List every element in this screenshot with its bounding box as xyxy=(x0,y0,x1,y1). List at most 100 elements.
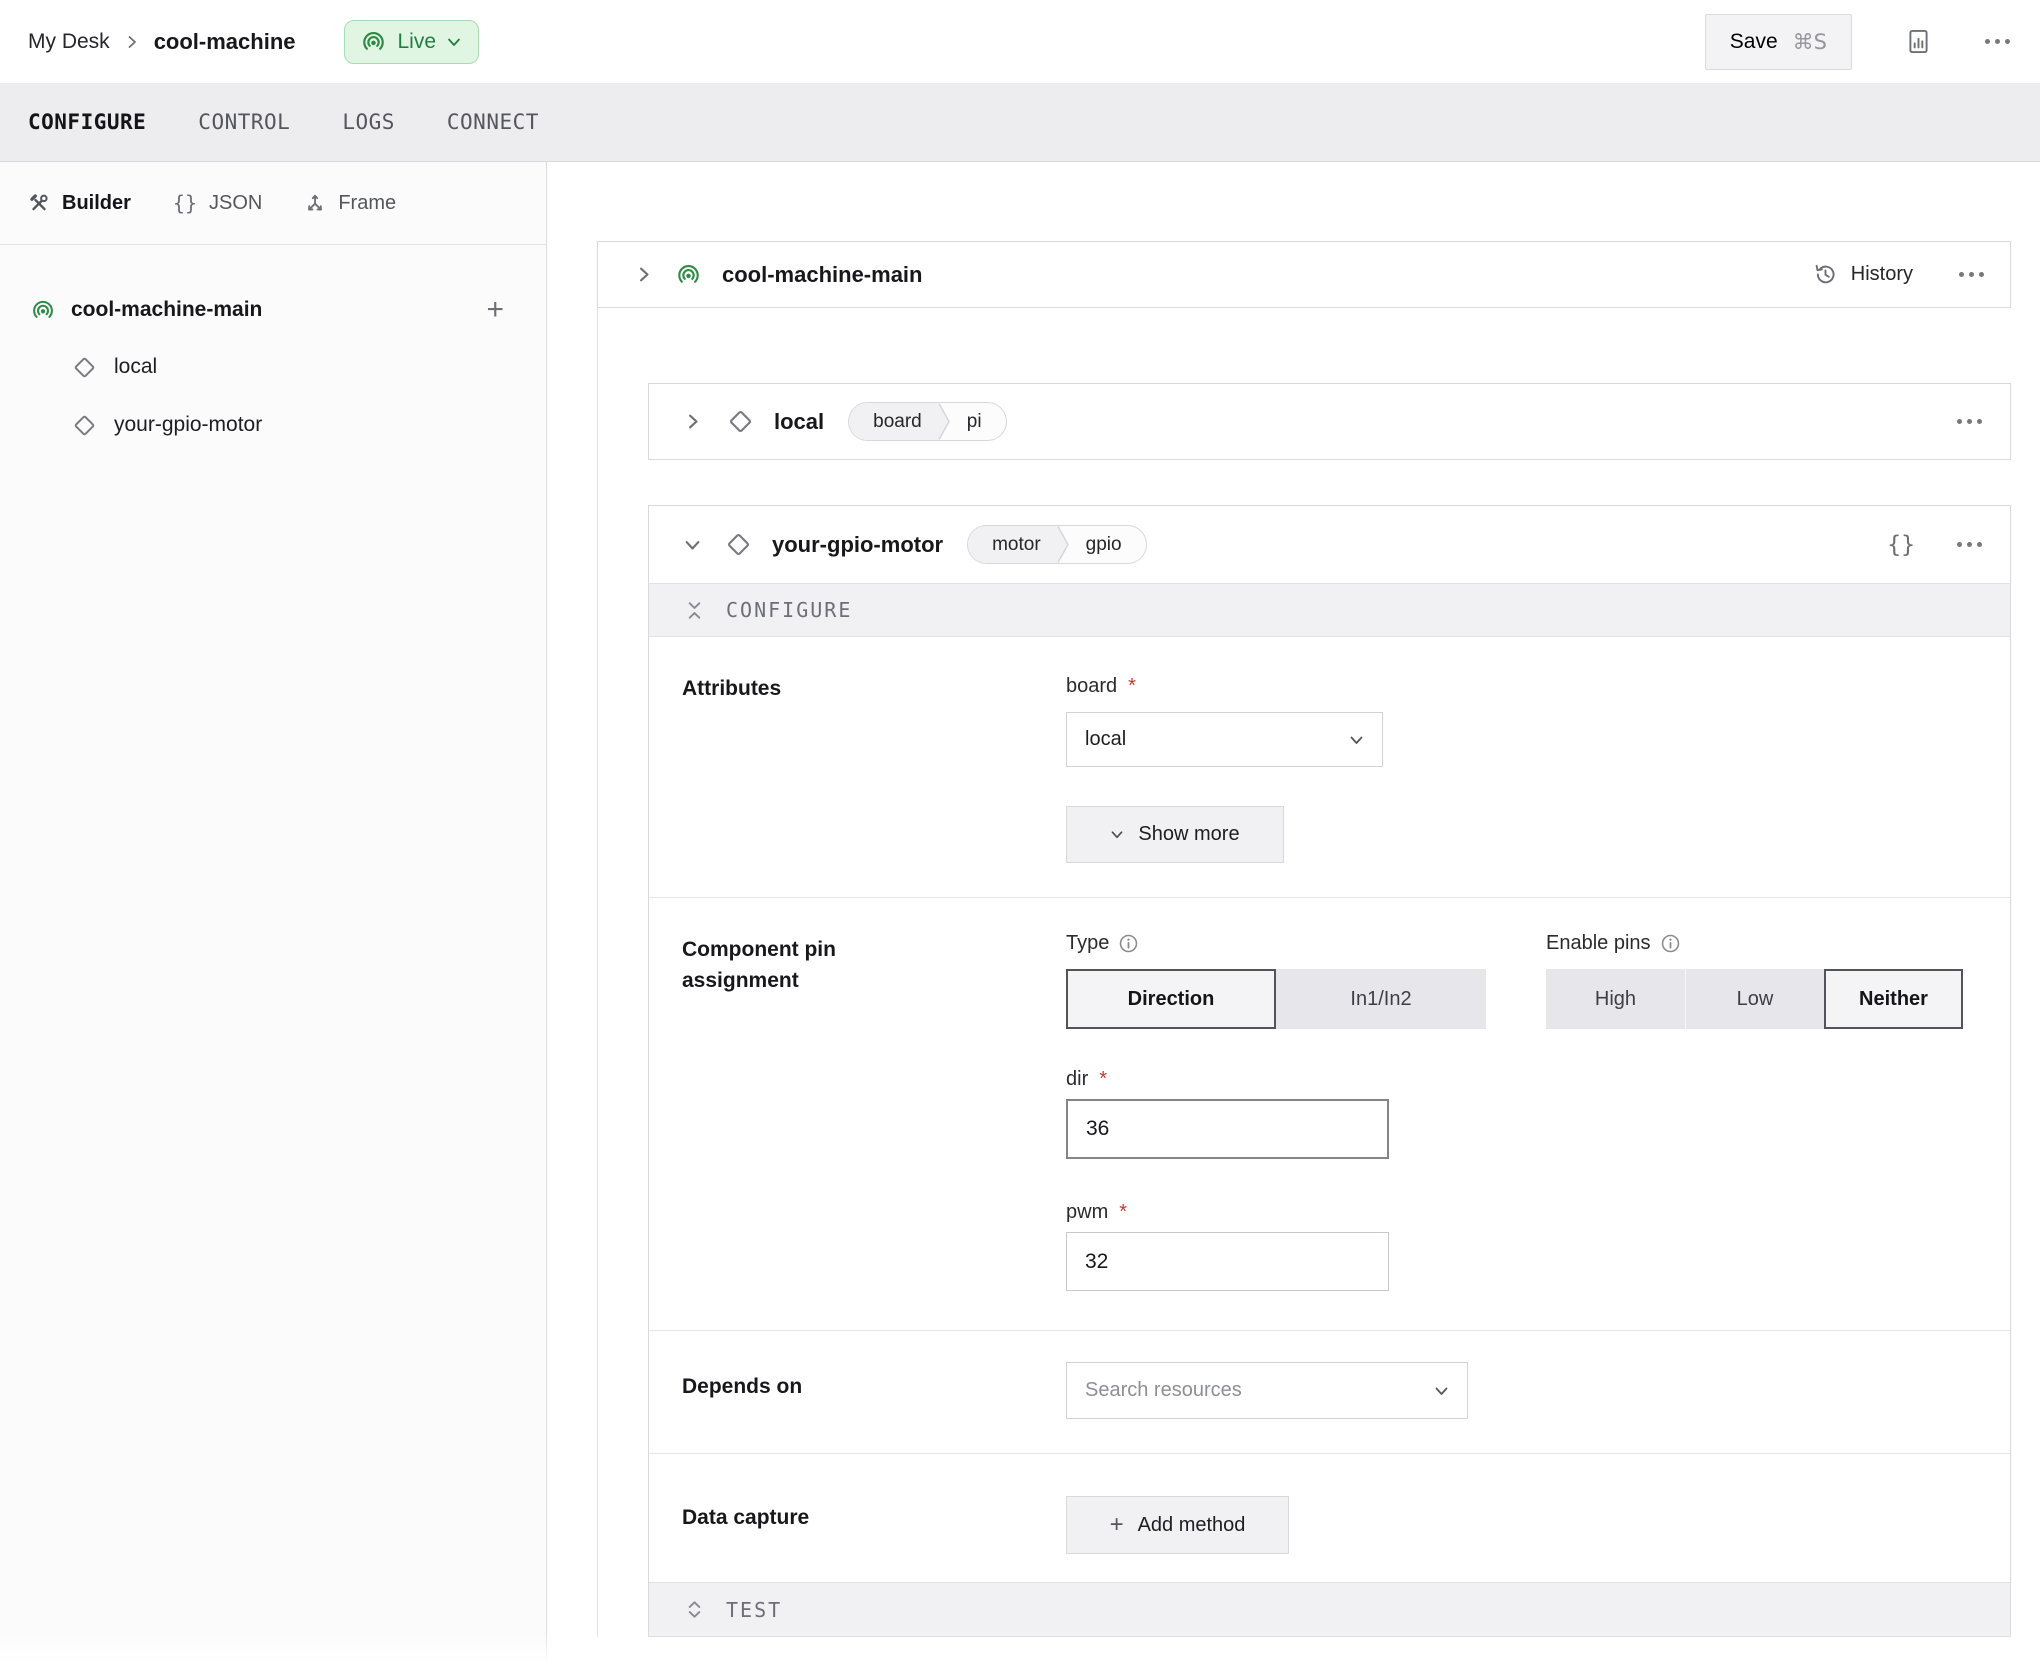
view-tab-json[interactable]: {} JSON xyxy=(173,191,262,215)
live-status-dropdown[interactable]: Live xyxy=(344,20,480,64)
test-section-label: TEST xyxy=(726,1598,782,1622)
diamond-icon xyxy=(725,531,752,558)
tag-separator-chevron xyxy=(938,402,951,441)
expand-chevron-icon[interactable] xyxy=(686,413,700,430)
add-method-button[interactable]: + Add method xyxy=(1066,1496,1289,1554)
machine-part-tree: cool-machine-main + local your-gpio-moto… xyxy=(0,245,546,454)
board-select-value: local xyxy=(1085,728,1126,751)
collapse-chevron-icon[interactable] xyxy=(684,538,701,552)
tree-item-your-gpio-motor[interactable]: your-gpio-motor xyxy=(0,396,546,454)
required-marker: * xyxy=(1099,1068,1107,1091)
show-more-label: Show more xyxy=(1138,823,1239,846)
component-model-tag: gpio xyxy=(1070,526,1146,563)
component-model-tag: pi xyxy=(951,403,1006,440)
machine-tab-bar: CONFIGURE CONTROL LOGS CONNECT xyxy=(0,83,2040,162)
chevron-down-icon xyxy=(1434,1385,1449,1397)
required-marker: * xyxy=(1128,675,1136,698)
pwm-pin-input[interactable] xyxy=(1066,1232,1389,1291)
required-marker: * xyxy=(1119,1201,1127,1224)
info-icon[interactable] xyxy=(1118,933,1139,954)
gpio-motor-card-header: your-gpio-motor motor gpio {} xyxy=(649,506,2010,583)
board-select[interactable]: local xyxy=(1066,712,1383,767)
configure-section-header: CONFIGURE xyxy=(649,583,2010,637)
pin-type-toggle: Direction In1/In2 xyxy=(1066,969,1486,1029)
machine-options-menu[interactable] xyxy=(1985,39,2010,44)
depends-on-section: Depends on Search resources xyxy=(649,1331,2010,1454)
board-field-label: board* xyxy=(1066,675,1136,698)
gpio-motor-title: your-gpio-motor xyxy=(772,532,943,558)
broadcast-icon xyxy=(360,28,387,55)
add-method-label: Add method xyxy=(1138,1514,1246,1537)
add-component-button[interactable]: + xyxy=(486,295,504,325)
depends-on-heading: Depends on xyxy=(682,1375,802,1399)
viam-configure-screen: My Desk cool-machine Live Save ⌘S CONFIG… xyxy=(0,0,2040,1676)
diamond-icon xyxy=(727,408,754,435)
configure-sidebar: Builder {} JSON Frame cool-machine-main … xyxy=(0,162,547,1676)
pin-type-option-in1in2[interactable]: In1/In2 xyxy=(1276,969,1486,1029)
history-button[interactable]: History xyxy=(1813,262,1913,287)
pin-type-option-direction[interactable]: Direction xyxy=(1066,969,1276,1029)
save-button[interactable]: Save ⌘S xyxy=(1705,14,1852,70)
info-icon[interactable] xyxy=(1660,933,1681,954)
braces-icon: {} xyxy=(173,191,197,215)
local-card-title: local xyxy=(774,409,824,435)
tab-connect[interactable]: CONNECT xyxy=(447,110,539,134)
breadcrumb-parent-link[interactable]: My Desk xyxy=(28,30,110,54)
pwm-field-label: pwm* xyxy=(1066,1201,1127,1224)
chevron-down-icon xyxy=(1110,829,1124,840)
breadcrumb: My Desk cool-machine xyxy=(28,29,296,55)
enable-pins-toggle: High Low Neither xyxy=(1546,969,1963,1029)
tree-item-machine-main[interactable]: cool-machine-main + xyxy=(0,281,546,338)
tree-item-your-gpio-motor-label: your-gpio-motor xyxy=(114,413,262,437)
enable-pins-option-low[interactable]: Low xyxy=(1685,969,1824,1029)
collapse-section-icon[interactable] xyxy=(687,602,702,619)
machine-part-menu[interactable] xyxy=(1959,272,1984,277)
pin-assignment-heading: Component pin assignment xyxy=(682,934,897,996)
tab-logs[interactable]: LOGS xyxy=(342,110,395,134)
type-field-label: Type xyxy=(1066,932,1139,955)
data-capture-section: Data capture + Add method xyxy=(649,1454,2010,1579)
expand-chevron-icon[interactable] xyxy=(637,266,651,283)
view-tab-frame[interactable]: Frame xyxy=(304,192,396,215)
gpio-motor-card: your-gpio-motor motor gpio {} CONFIGURE … xyxy=(648,505,2011,1637)
sidebar-view-switcher: Builder {} JSON Frame xyxy=(0,162,546,245)
view-tab-json-label: JSON xyxy=(209,192,262,215)
tab-control[interactable]: CONTROL xyxy=(198,110,290,134)
enable-pins-option-high[interactable]: High xyxy=(1546,969,1685,1029)
chevron-down-icon xyxy=(1349,734,1364,746)
save-button-label: Save xyxy=(1730,30,1778,54)
tree-item-local-label: local xyxy=(114,355,157,379)
configure-main-panel: cool-machine-main History local board pi xyxy=(547,162,2040,1676)
breadcrumb-current: cool-machine xyxy=(154,29,296,55)
tag-separator-chevron xyxy=(1057,525,1070,564)
view-tab-builder-label: Builder xyxy=(62,192,131,215)
local-board-card: local board pi xyxy=(648,383,2011,460)
component-type-tag: motor xyxy=(968,526,1069,563)
configure-section-label: CONFIGURE xyxy=(726,598,852,622)
broadcast-icon xyxy=(30,297,56,323)
attributes-heading: Attributes xyxy=(682,677,781,701)
dir-pin-input[interactable] xyxy=(1066,1099,1389,1159)
save-shortcut-hint: ⌘S xyxy=(1793,30,1827,54)
tree-item-local[interactable]: local xyxy=(0,338,546,396)
machine-part-card: cool-machine-main History xyxy=(597,241,2011,308)
dir-field-label: dir* xyxy=(1066,1068,1107,1091)
motor-card-menu[interactable] xyxy=(1957,542,1982,547)
enable-pins-option-neither[interactable]: Neither xyxy=(1824,969,1963,1029)
edit-json-button[interactable]: {} xyxy=(1887,532,1915,558)
expand-section-icon[interactable] xyxy=(687,1601,702,1618)
top-bar: My Desk cool-machine Live Save ⌘S xyxy=(0,0,2040,83)
view-tab-builder[interactable]: Builder xyxy=(28,192,131,215)
history-icon xyxy=(1813,262,1838,287)
test-section-header: TEST xyxy=(649,1582,2010,1636)
machine-metrics-icon[interactable] xyxy=(1906,28,1931,55)
data-capture-heading: Data capture xyxy=(682,1506,809,1530)
show-more-button[interactable]: Show more xyxy=(1066,806,1284,863)
enable-pins-field-label: Enable pins xyxy=(1546,932,1681,955)
plus-icon: + xyxy=(1110,1513,1124,1537)
depends-on-select[interactable]: Search resources xyxy=(1066,1362,1468,1419)
breadcrumb-chevron-icon xyxy=(126,35,138,49)
chevron-down-icon xyxy=(447,36,461,48)
local-card-menu[interactable] xyxy=(1957,419,1982,424)
tab-configure[interactable]: CONFIGURE xyxy=(28,110,146,134)
